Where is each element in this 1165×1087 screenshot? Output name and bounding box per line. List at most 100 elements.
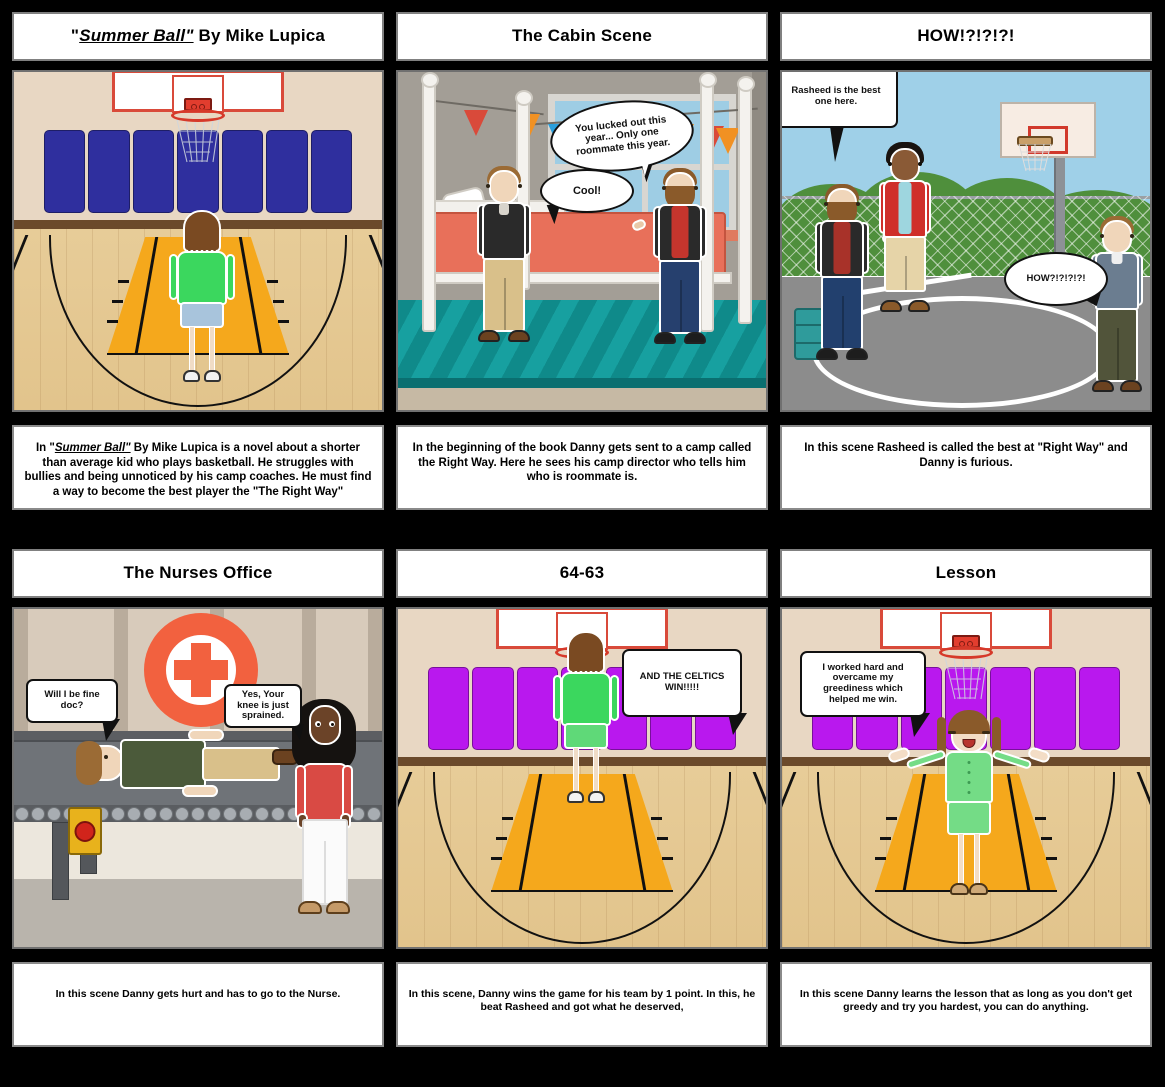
patient-arm-lower	[182, 785, 218, 797]
court-hash-mark	[491, 857, 502, 860]
panel-4-art[interactable]: Will I be fine doc? Yes, Your knee is ju…	[12, 607, 384, 949]
danny-arm-right	[610, 675, 619, 721]
panel-4-caption: In this scene Danny gets hurt and has to…	[55, 988, 341, 1000]
panel-1-title-suffix: By Mike Lupica	[193, 26, 326, 46]
danny-shoe-right	[1120, 380, 1142, 392]
roller	[175, 806, 189, 821]
director-eye-left	[662, 186, 666, 190]
wall-pad	[132, 130, 175, 213]
panel-1-title-box[interactable]: "Summer Ball" By Mike Lupica	[12, 12, 384, 61]
panel-1-caption-italic: Summer Ball"	[54, 442, 131, 454]
outdoor-net-icon	[1018, 144, 1052, 172]
panel-1-caption-box[interactable]: In "Summer Ball" By Mike Lupica is a nov…	[12, 425, 384, 510]
panel-1-caption-pre: In "	[35, 442, 55, 454]
nurse-pupil-right	[331, 723, 334, 726]
bubble-worked-hard[interactable]: I worked hard and overcame my greediness…	[800, 651, 926, 717]
bubble-will-i-be-fine[interactable]: Will I be fine doc?	[26, 679, 118, 723]
panel-6-art[interactable]: I worked hard and overcame my greediness…	[780, 607, 1152, 949]
roller	[223, 806, 237, 821]
court-hash-mark	[496, 837, 507, 840]
panel-5-caption-box[interactable]: In this scene, Danny wins the game for h…	[396, 962, 768, 1047]
roller	[271, 806, 285, 821]
danny-pants	[483, 258, 525, 332]
rasheed-shoe-right	[908, 300, 930, 312]
nurse-shoe-left	[298, 901, 322, 914]
court-hash-mark	[875, 857, 886, 860]
shirt-button	[967, 771, 971, 774]
character-danny	[477, 166, 531, 346]
bed-post	[737, 76, 755, 324]
panel-2-caption: In the beginning of the book Danny gets …	[412, 442, 752, 484]
panel-2-caption-box[interactable]: In the beginning of the book Danny gets …	[396, 425, 768, 510]
panel-3-caption-box[interactable]: In this scene Rasheed is called the best…	[780, 425, 1152, 510]
character-danny-patient	[76, 729, 298, 797]
scene-indoor-gym-blue	[14, 72, 382, 410]
nurse-pants-seam	[324, 841, 326, 905]
danny-head	[1102, 220, 1132, 254]
bubble-will-i-be-fine-text: Will I be fine doc?	[44, 689, 100, 711]
panel-2-title-box[interactable]: The Cabin Scene	[396, 12, 768, 61]
court-hash-mark	[1035, 817, 1046, 820]
roller	[255, 806, 269, 821]
nurse-arm-left	[295, 765, 306, 819]
bubble-celtics-win[interactable]: AND THE CELTICS WIN!!!!!	[622, 649, 742, 717]
coach-shirt	[833, 222, 851, 274]
bubble-how[interactable]: HOW?!?!?!?!	[1004, 252, 1108, 306]
panel-1-art[interactable]	[12, 70, 384, 412]
panel-3-caption: In this scene Rasheed is called the best…	[804, 442, 1128, 469]
wall-pad	[428, 667, 470, 750]
shirt-button	[967, 761, 971, 764]
court-hash-mark	[886, 817, 897, 820]
danny-shoe-left	[183, 370, 200, 382]
bubble-rasheed-best[interactable]: Rasheed is the best one here.	[782, 72, 898, 128]
panel-6-caption-box[interactable]: In this scene Danny learns the lesson th…	[780, 962, 1152, 1047]
coach-shoe-right	[846, 348, 868, 360]
patient-jacket	[120, 739, 206, 789]
patient-pants	[202, 747, 280, 781]
bed-post	[421, 72, 439, 332]
court-hash-mark	[657, 837, 668, 840]
bubble-knee-sprained[interactable]: Yes, Your knee is just sprained.	[224, 684, 302, 728]
danny-shoe-left	[1092, 380, 1114, 392]
basketball-net-icon	[176, 119, 220, 163]
control-panel[interactable]	[68, 807, 102, 855]
character-danny-back-view	[169, 210, 235, 385]
wall-pad	[1078, 667, 1120, 750]
panel-1-title-italic: Summer Ball"	[79, 26, 194, 46]
bubble-knee-sprained-text: Yes, Your knee is just sprained.	[237, 689, 289, 722]
panel-3-art[interactable]: Rasheed is the best one here. HOW?!?!?!?…	[780, 70, 1152, 412]
table-leg	[52, 822, 69, 900]
scene-nurses-office: Will I be fine doc? Yes, Your knee is ju…	[14, 609, 382, 947]
bubble-rasheed-best-tail	[830, 126, 844, 162]
panel-6-title-box[interactable]: Lesson	[780, 549, 1152, 598]
panel-6-title: Lesson	[935, 563, 997, 583]
court-hash-mark	[1046, 857, 1057, 860]
bunting-flag	[716, 128, 740, 154]
panel-3-title-box[interactable]: HOW!?!?!?!	[780, 12, 1152, 61]
roller	[159, 806, 173, 821]
roller	[351, 806, 365, 821]
nurse-arm-right	[342, 765, 353, 819]
danny-shoe-right	[588, 791, 605, 803]
roller	[191, 806, 205, 821]
bubble-cool[interactable]: Cool!	[540, 169, 634, 213]
bubble-lucked-out-text: You lucked out this year... Only one roo…	[574, 114, 671, 158]
roller	[127, 806, 141, 821]
bed-post-knob	[421, 72, 439, 88]
panel-4-title-box[interactable]: The Nurses Office	[12, 549, 384, 598]
wall-pad	[44, 130, 86, 213]
nurse-pupil-left	[317, 723, 320, 726]
panel-5-title-box[interactable]: 64-63	[396, 549, 768, 598]
emergency-button[interactable]	[74, 821, 96, 842]
character-shoe-right	[969, 883, 988, 895]
danny-shorts	[564, 723, 608, 749]
danny-shirt	[561, 672, 611, 726]
panel-4-title: The Nurses Office	[123, 563, 273, 583]
panel-4-caption-box[interactable]: In this scene Danny gets hurt and has to…	[12, 962, 384, 1047]
court-hash-mark	[278, 320, 289, 323]
coach-jeans	[821, 276, 863, 350]
character-camp-director	[630, 168, 707, 348]
panel-1-title-prefix: "	[70, 26, 80, 46]
panel-5-art[interactable]: AND THE CELTICS WIN!!!!!	[396, 607, 768, 949]
panel-2-art[interactable]: You lucked out this year... Only one roo…	[396, 70, 768, 412]
